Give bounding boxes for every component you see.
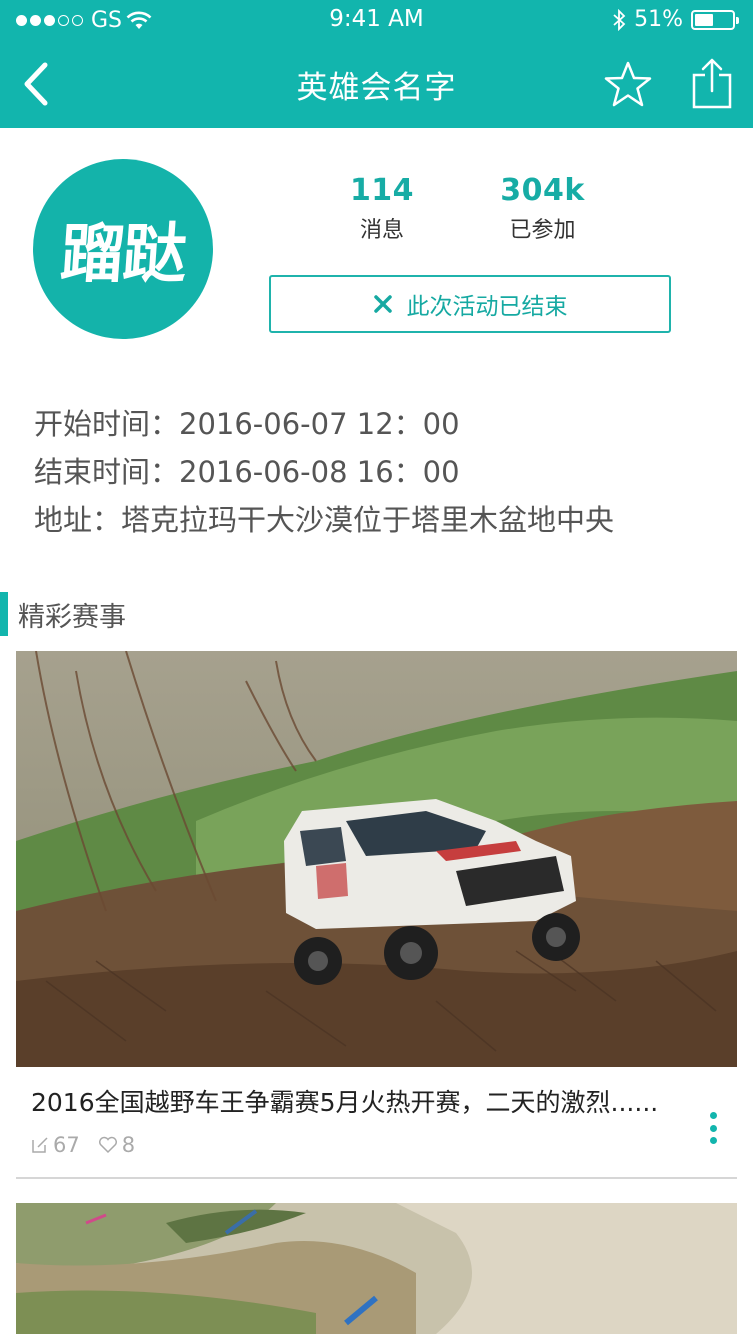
bluetooth-icon bbox=[613, 8, 626, 31]
status-bar: GS 9:41 AM 51% bbox=[0, 0, 753, 40]
post-title[interactable]: 2016全国越野车王争霸赛5月火热开赛，二天的激烈...... bbox=[31, 1083, 691, 1119]
post-card[interactable] bbox=[16, 1203, 737, 1334]
offroad-jeep-photo bbox=[16, 651, 737, 1067]
event-info: 开始时间：2016-06-07 12：00 结束时间：2016-06-08 16… bbox=[34, 400, 614, 544]
post-card[interactable]: 2016全国越野车王争霸赛5月火热开赛，二天的激烈...... 67 8 bbox=[16, 651, 737, 1179]
activity-ended-button[interactable]: 此次活动已结束 bbox=[269, 275, 671, 333]
stat-joined-value: 304k bbox=[500, 173, 585, 208]
post-image[interactable] bbox=[16, 1203, 737, 1334]
section-title: 精彩赛事 bbox=[18, 601, 126, 633]
top-header: GS 9:41 AM 51% 英雄会名字 bbox=[0, 0, 753, 128]
star-outline-icon bbox=[604, 61, 652, 107]
post-meta: 67 8 bbox=[31, 1133, 135, 1157]
close-icon bbox=[373, 295, 392, 313]
stat-messages-label: 消息 bbox=[359, 218, 404, 243]
post-image[interactable] bbox=[16, 651, 737, 1067]
stat-joined-label: 已参加 bbox=[509, 218, 576, 243]
club-profile: 蹓跶 114 消息 304k 已参加 此次活动已结束 bbox=[0, 128, 753, 378]
stat-messages-value: 114 bbox=[349, 173, 415, 208]
navigation-bar: 英雄会名字 bbox=[0, 40, 753, 128]
stat-joined[interactable]: 304k 已参加 bbox=[480, 173, 605, 244]
battery-icon bbox=[691, 9, 739, 30]
share-icon bbox=[692, 58, 732, 109]
favorite-button[interactable] bbox=[598, 54, 658, 114]
event-end-time: 结束时间：2016-06-08 16：00 bbox=[34, 455, 460, 489]
offroad-race-photo bbox=[16, 1203, 737, 1334]
activity-ended-label: 此次活动已结束 bbox=[406, 294, 568, 320]
stat-messages[interactable]: 114 消息 bbox=[330, 173, 434, 244]
edit-icon bbox=[32, 1137, 48, 1153]
avatar: 蹓跶 bbox=[33, 159, 213, 339]
avatar-logo-text: 蹓跶 bbox=[57, 218, 188, 292]
section-header: 精彩赛事 bbox=[0, 592, 126, 636]
event-start-time: 开始时间：2016-06-07 12：00 bbox=[34, 407, 460, 441]
post-like-value: 8 bbox=[121, 1133, 136, 1157]
post-edit-count: 67 bbox=[31, 1133, 80, 1157]
post-like-count[interactable]: 8 bbox=[98, 1133, 135, 1157]
more-options-icon[interactable] bbox=[698, 1106, 728, 1150]
share-button[interactable] bbox=[682, 54, 742, 114]
event-address: 地址：塔克拉玛干大沙漠位于塔里木盆地中央 bbox=[34, 503, 615, 537]
heart-icon bbox=[98, 1136, 117, 1154]
post-edit-value: 67 bbox=[53, 1133, 80, 1157]
section-accent-bar bbox=[0, 592, 8, 636]
divider bbox=[16, 1177, 737, 1179]
status-right: 51% bbox=[612, 7, 739, 32]
battery-percent: 51% bbox=[634, 7, 683, 32]
